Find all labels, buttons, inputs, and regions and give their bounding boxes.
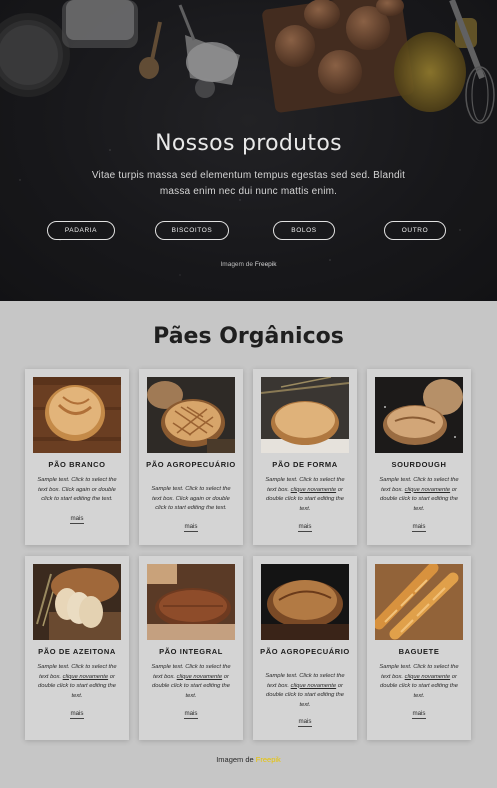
product-card: PÃO DE AZEITONA Sample text. Click to se… [25,556,129,740]
section-title: Pães Orgânicos [153,324,344,349]
product-name: PÃO INTEGRAL [159,647,223,656]
product-image-pao-agropecuario [147,377,235,453]
product-image-pao-branco [33,377,121,453]
hero-title: Nossos produtos [155,131,342,156]
product-name: PÃO AGROPECUÁRIO [146,460,236,469]
category-button-biscoitos[interactable]: BISCOITOS [155,221,229,240]
more-link-label[interactable]: mais [184,523,198,532]
more-link[interactable]: mais [139,523,243,532]
footer-image-credit: Imagem de Freepik [0,755,497,764]
description-link[interactable]: clique novamente [405,674,450,680]
product-description: Sample text. Click to select the text bo… [147,663,235,701]
more-link[interactable]: mais [25,710,129,719]
product-name: PÃO BRANCO [48,460,106,469]
product-name: PÃO DE AZEITONA [38,647,116,656]
product-image-pao-de-forma [261,377,349,453]
product-image-pao-de-azeitona [33,564,121,640]
footer-credit-link[interactable]: Freepik [256,755,281,764]
more-link[interactable]: mais [139,710,243,719]
category-button-outro[interactable]: OUTRO [384,221,446,240]
description-link[interactable]: clique novamente [63,674,108,680]
product-card: PÃO BRANCO Sample text. Click to select … [25,369,129,545]
product-card: PÃO AGROPECUÁRIO Sample text. Click to s… [139,369,243,545]
hero-image-credit: Imagem de Freepik [0,261,497,268]
product-description: Sample text. Click to select the text bo… [33,476,121,505]
product-card: PÃO INTEGRAL Sample text. Click to selec… [139,556,243,740]
product-card: BAGUETE Sample text. Click to select the… [367,556,471,740]
product-name: PÃO AGROPECUÁRIO [260,647,350,656]
product-name: SOURDOUGH [391,460,447,469]
more-link[interactable]: mais [367,523,471,532]
description-link[interactable]: clique novamente [291,683,336,689]
product-card: SOURDOUGH Sample text. Click to select t… [367,369,471,545]
product-description: Sample text. Click to select the text bo… [261,672,349,710]
description-link[interactable]: clique novamente [177,674,222,680]
product-description: Sample text. Click to select the text bo… [33,663,121,701]
more-link-label[interactable]: mais [412,523,426,532]
product-description: Sample text. Click to select the text bo… [147,485,235,514]
more-link[interactable]: mais [367,710,471,719]
more-link-label[interactable]: mais [298,718,312,727]
more-link[interactable]: mais [253,523,357,532]
footer-credit-prefix: Imagem de [216,755,256,764]
category-button-bolos[interactable]: BOLOS [273,221,335,240]
product-card: PÃO AGROPECUÁRIO Sample text. Click to s… [253,556,357,740]
product-name: BAGUETE [398,647,440,656]
hero-section: Nossos produtos Vitae turpis massa sed e… [0,0,497,301]
more-link-label[interactable]: mais [70,515,84,524]
description-text: Sample text. Click to select the text bo… [151,486,231,511]
hero-credit-prefix: Imagem de [220,261,255,268]
more-link[interactable]: mais [253,718,357,727]
product-image-sourdough [375,377,463,453]
description-link[interactable]: clique novamente [291,487,336,493]
product-image-pao-agropecuario-2 [261,564,349,640]
more-link-label[interactable]: mais [70,710,84,719]
hero-credit-link[interactable]: Freepik [255,261,277,268]
product-name: PÃO DE FORMA [272,460,338,469]
product-description: Sample text. Click to select the text bo… [375,663,463,701]
more-link[interactable]: mais [25,515,129,524]
more-link-label[interactable]: mais [184,710,198,719]
hero-description: Vitae turpis massa sed elementum tempus … [91,170,406,197]
product-image-pao-integral [147,564,235,640]
description-text: Sample text. Click to select the text bo… [37,477,117,502]
category-button-padaria[interactable]: PADARIA [47,221,115,240]
product-card: PÃO DE FORMA Sample text. Click to selec… [253,369,357,545]
more-link-label[interactable]: mais [298,523,312,532]
product-image-baguete [375,564,463,640]
product-description: Sample text. Click to select the text bo… [261,476,349,514]
product-description: Sample text. Click to select the text bo… [375,476,463,514]
description-link[interactable]: clique novamente [405,487,450,493]
more-link-label[interactable]: mais [412,710,426,719]
